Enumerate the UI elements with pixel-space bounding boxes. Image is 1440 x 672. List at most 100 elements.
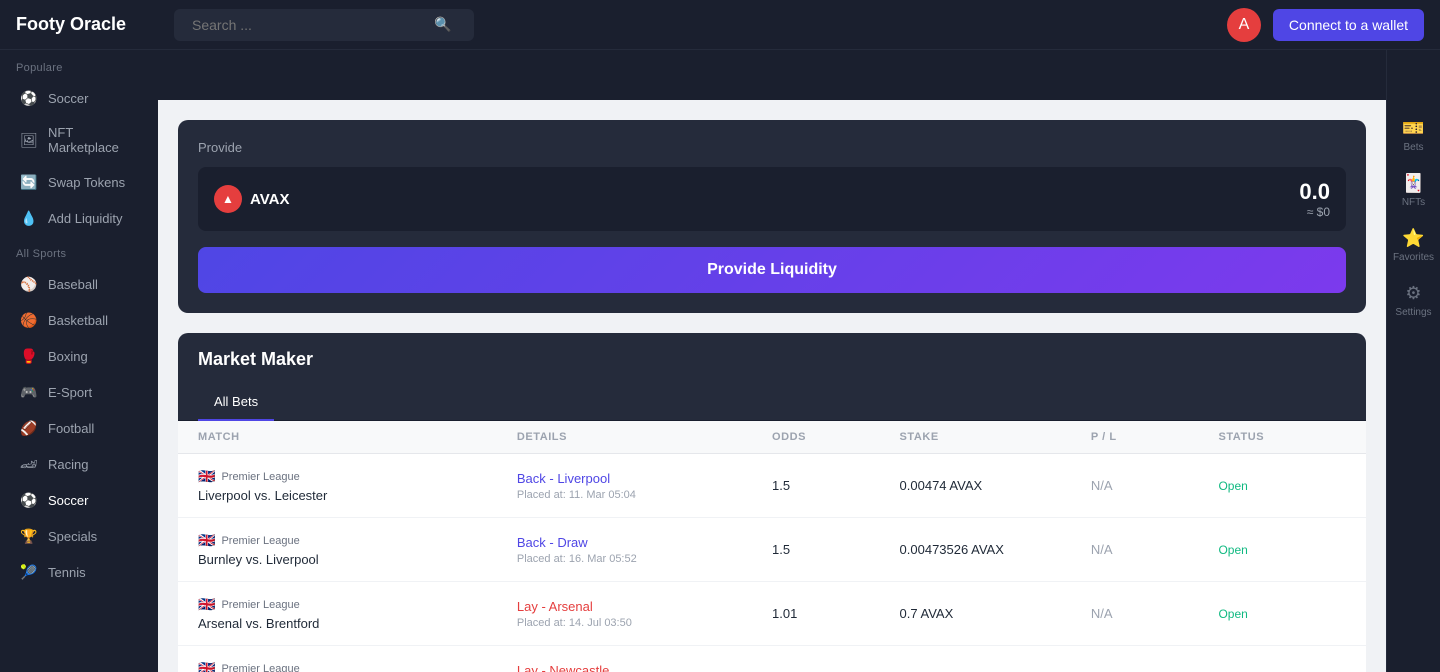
flag-0: 🇬🇧	[198, 468, 215, 485]
sidebar-item-tennis[interactable]: 🎾 Tennis	[4, 554, 154, 590]
right-nav-settings-label: Settings	[1395, 307, 1431, 318]
right-nav-settings[interactable]: ⚙ Settings	[1387, 275, 1440, 326]
detail-link-2[interactable]: Lay - Arsenal	[517, 599, 772, 614]
flag-3: 🇬🇧	[198, 660, 215, 672]
match-name-0: Liverpool vs. Leicester	[198, 488, 517, 503]
pl-0: N/A	[1091, 478, 1219, 493]
th-details: DETAILS	[517, 431, 772, 443]
detail-cell-0: Back - Liverpool Placed at: 11. Mar 05:0…	[517, 471, 772, 501]
match-name-2: Arsenal vs. Brentford	[198, 616, 517, 631]
sidebar-item-football[interactable]: 🏈 Football	[4, 410, 154, 446]
right-nav-bets[interactable]: 🎫 Bets	[1387, 110, 1440, 161]
sidebar-item-specials[interactable]: 🏆 Specials	[4, 518, 154, 554]
tennis-icon: 🎾	[20, 563, 38, 581]
amount-value: 0.0	[1299, 179, 1330, 205]
tabs-row: All Bets	[178, 386, 1366, 421]
sidebar-item-boxing[interactable]: 🥊 Boxing	[4, 338, 154, 374]
table-wrapper: MATCH DETAILS ODDS STAKE P / L STATUS 🇬🇧…	[178, 421, 1366, 672]
stake-2: 0.7 AVAX	[900, 606, 1091, 621]
topbar-right: A Connect to a wallet	[1211, 8, 1440, 42]
settings-icon: ⚙	[1405, 283, 1421, 304]
token-selector[interactable]: ▲ AVAX	[214, 185, 289, 213]
sidebar-populare-label: Populare	[0, 50, 158, 80]
odds-2: 1.01	[772, 606, 900, 621]
provide-label: Provide	[198, 140, 1346, 155]
th-status: STATUS	[1218, 431, 1346, 443]
right-nav-nfts-label: NFTs	[1402, 197, 1425, 208]
match-league-2: 🇬🇧 Premier League	[198, 596, 517, 613]
soccer-icon: ⚽	[20, 89, 38, 107]
bets-icon: 🎫	[1402, 118, 1424, 139]
search-input[interactable]	[184, 9, 434, 41]
stake-1: 0.00473526 AVAX	[900, 542, 1091, 557]
main-content: Provide ▲ AVAX 0.0 ≈ $0 Provide Liquidit…	[158, 100, 1386, 672]
sidebar-item-soccer2[interactable]: ⚽ Soccer	[4, 482, 154, 518]
sidebar-item-nft-marketplace[interactable]: 🖼 NFT Marketplace	[4, 116, 154, 164]
esport-icon: 🎮	[20, 383, 38, 401]
table-header: MATCH DETAILS ODDS STAKE P / L STATUS	[178, 421, 1366, 454]
match-cell-3: 🇬🇧 Premier League Newcastle vs. Aston Vi…	[198, 660, 517, 672]
detail-link-0[interactable]: Back - Liverpool	[517, 471, 772, 486]
boxing-icon: 🥊	[20, 347, 38, 365]
match-cell-0: 🇬🇧 Premier League Liverpool vs. Leiceste…	[198, 468, 517, 503]
detail-date-1: Placed at: 16. Mar 05:52	[517, 553, 772, 565]
market-maker-card: Market Maker All Bets MATCH DETAILS ODDS…	[178, 333, 1366, 672]
status-0: Open	[1218, 479, 1346, 493]
soccer2-icon: ⚽	[20, 491, 38, 509]
right-sidebar: 🎫 Bets 🃏 NFTs ⭐ Favorites ⚙ Settings	[1386, 50, 1440, 672]
sidebar-item-racing[interactable]: 🏎 Racing	[4, 446, 154, 482]
match-name-1: Burnley vs. Liverpool	[198, 552, 517, 567]
sidebar-item-esport[interactable]: 🎮 E-Sport	[4, 374, 154, 410]
detail-date-2: Placed at: 14. Jul 03:50	[517, 617, 772, 629]
provide-liquidity-button[interactable]: Provide Liquidity	[198, 247, 1346, 293]
match-league-0: 🇬🇧 Premier League	[198, 468, 517, 485]
detail-link-1[interactable]: Back - Draw	[517, 535, 772, 550]
league-name-0: Premier League	[221, 471, 299, 483]
match-league-1: 🇬🇧 Premier League	[198, 532, 517, 549]
th-stake: STAKE	[900, 431, 1091, 443]
token-name: AVAX	[250, 191, 289, 208]
avatar: A	[1227, 8, 1261, 42]
odds-1: 1.5	[772, 542, 900, 557]
sidebar-item-label-soccer2: Soccer	[48, 493, 88, 508]
sidebar-item-basketball[interactable]: 🏀 Basketball	[4, 302, 154, 338]
sidebar-item-soccer[interactable]: ⚽ Soccer	[4, 80, 154, 116]
odds-0: 1.5	[772, 478, 900, 493]
connect-wallet-button[interactable]: Connect to a wallet	[1273, 9, 1424, 41]
avax-icon: ▲	[214, 185, 242, 213]
right-nav-nfts[interactable]: 🃏 NFTs	[1387, 165, 1440, 216]
league-name-3: Premier League	[221, 663, 299, 672]
flag-2: 🇬🇧	[198, 596, 215, 613]
sidebar-item-label-tennis: Tennis	[48, 565, 86, 580]
sidebar-item-label-liquidity: Add Liquidity	[48, 211, 122, 226]
match-cell-2: 🇬🇧 Premier League Arsenal vs. Brentford	[198, 596, 517, 631]
sidebar-item-add-liquidity[interactable]: 💧 Add Liquidity	[4, 200, 154, 236]
baseball-icon: ⚾	[20, 275, 38, 293]
sidebar-item-label-racing: Racing	[48, 457, 88, 472]
sidebar-item-label-nft: NFT Marketplace	[48, 125, 138, 155]
provide-input-row: ▲ AVAX 0.0 ≈ $0	[198, 167, 1346, 231]
right-nav-bets-label: Bets	[1403, 142, 1423, 153]
th-match: MATCH	[198, 431, 517, 443]
nfts-icon: 🃏	[1402, 173, 1424, 194]
sidebar-item-baseball[interactable]: ⚾ Baseball	[4, 266, 154, 302]
detail-link-3[interactable]: Lay - Newcastle	[517, 663, 772, 672]
sidebar-all-sports-label: All Sports	[0, 236, 158, 266]
topbar: Footy Oracle 🔍 A Connect to a wallet	[0, 0, 1440, 50]
nft-marketplace-icon: 🖼	[20, 131, 38, 149]
sidebar-item-label-boxing: Boxing	[48, 349, 88, 364]
detail-date-0: Placed at: 11. Mar 05:04	[517, 489, 772, 501]
sidebar-item-label-baseball: Baseball	[48, 277, 98, 292]
add-liquidity-icon: 💧	[20, 209, 38, 227]
right-nav-favorites[interactable]: ⭐ Favorites	[1387, 220, 1440, 271]
sidebar-item-swap-tokens[interactable]: 🔄 Swap Tokens	[4, 164, 154, 200]
basketball-icon: 🏀	[20, 311, 38, 329]
sidebar-item-label-basketball: Basketball	[48, 313, 108, 328]
sidebar: Populare ⚽ Soccer 🖼 NFT Marketplace 🔄 Sw…	[0, 50, 158, 672]
search-icon: 🔍	[434, 16, 451, 33]
status-2: Open	[1218, 607, 1346, 621]
tab-all-bets[interactable]: All Bets	[198, 386, 274, 421]
sidebar-item-label-swap: Swap Tokens	[48, 175, 125, 190]
topbar-left: Footy Oracle	[0, 14, 158, 35]
racing-icon: 🏎	[20, 455, 38, 473]
